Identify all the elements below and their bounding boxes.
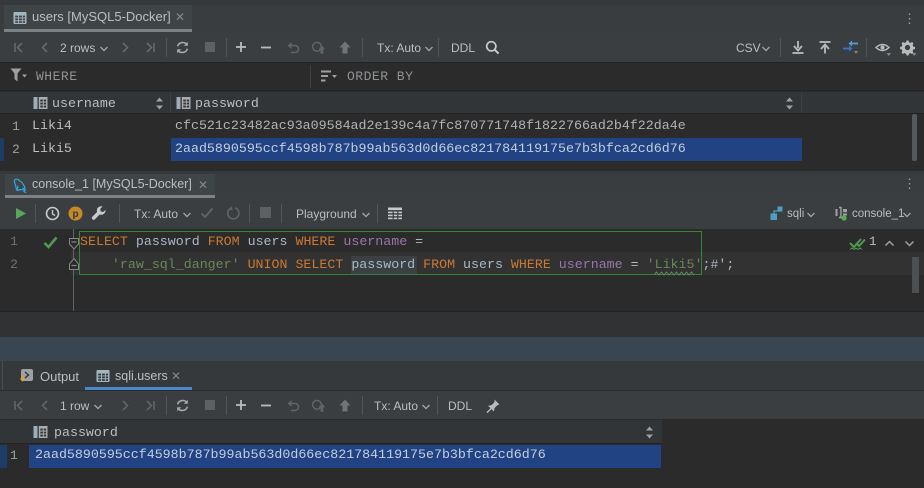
- svg-text:p: p: [72, 209, 78, 220]
